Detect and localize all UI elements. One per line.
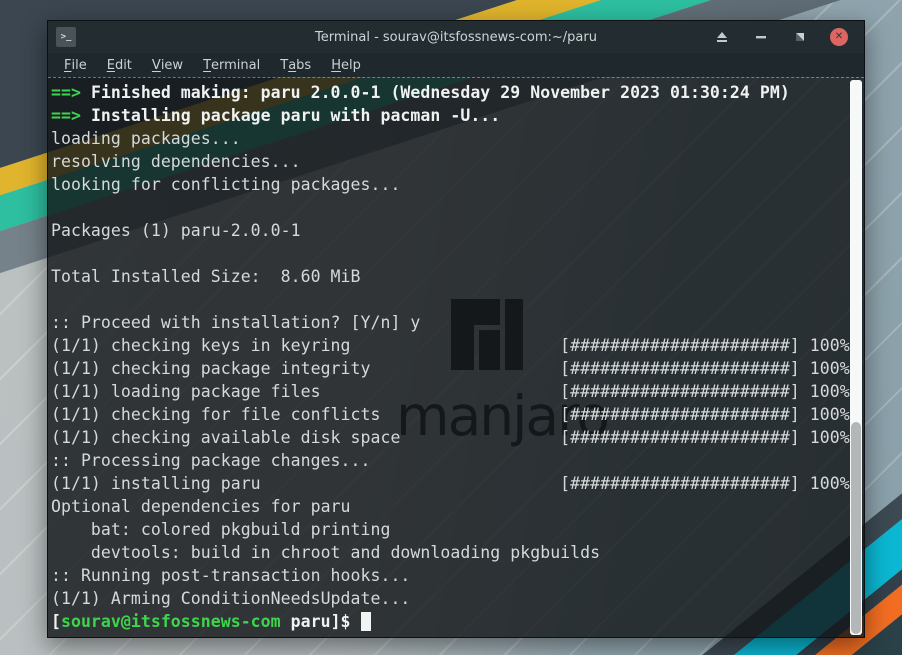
terminal-line: bat: colored pkgbuild printing — [51, 518, 864, 541]
menu-terminal[interactable]: Terminal — [193, 53, 270, 77]
scrollbar-thumb[interactable] — [851, 422, 861, 634]
terminal-line: Optional dependencies for paru — [51, 495, 864, 518]
menu-edit[interactable]: Edit — [97, 53, 142, 77]
close-icon: ✕ — [835, 32, 843, 42]
terminal-content[interactable]: ==> Finished making: paru 2.0.0-1 (Wedne… — [48, 77, 864, 637]
terminal-line: :: Running post-transaction hooks... — [51, 564, 864, 587]
terminal-line: (1/1) checking for file conflicts [#####… — [51, 403, 864, 426]
terminal-window: >_ Terminal - sourav@itsfossnews-com:~/p… — [47, 20, 865, 638]
terminal-line: :: Processing package changes... — [51, 449, 864, 472]
terminal-line: loading packages... — [51, 127, 864, 150]
menu-file[interactable]: File — [54, 53, 97, 77]
terminal-app-icon: >_ — [56, 27, 76, 47]
scrollbar[interactable] — [850, 80, 862, 635]
minimize-button[interactable] — [752, 28, 770, 46]
terminal-line: (1/1) checking available disk space [###… — [51, 426, 864, 449]
terminal-line: (1/1) loading package files [###########… — [51, 380, 864, 403]
terminal-cursor — [361, 612, 371, 631]
terminal-line: ==> Installing package paru with pacman … — [51, 104, 864, 127]
terminal-line — [51, 242, 864, 265]
terminal-line: (1/1) Arming ConditionNeedsUpdate... — [51, 587, 864, 610]
menu-tabs[interactable]: Tabs — [270, 53, 321, 77]
terminal-line: Packages (1) paru-2.0.0-1 — [51, 219, 864, 242]
menu-help[interactable]: Help — [321, 53, 371, 77]
terminal-output: ==> Finished making: paru 2.0.0-1 (Wedne… — [51, 81, 864, 633]
close-button[interactable]: ✕ — [830, 28, 848, 46]
terminal-line: devtools: build in chroot and downloadin… — [51, 541, 864, 564]
terminal-line: (1/1) installing paru [#################… — [51, 472, 864, 495]
terminal-line: (1/1) checking keys in keyring [########… — [51, 334, 864, 357]
screen: manjaro >_ Terminal - sourav@itsfossnews… — [0, 0, 902, 655]
shade-button[interactable] — [713, 28, 731, 46]
menubar: FileEditViewTerminalTabsHelp — [48, 53, 864, 77]
terminal-line: [sourav@itsfossnews-com paru]$ — [51, 610, 864, 633]
terminal-line: (1/1) checking package integrity [######… — [51, 357, 864, 380]
terminal-line: :: Proceed with installation? [Y/n] y — [51, 311, 864, 334]
terminal-line — [51, 196, 864, 219]
menu-view[interactable]: View — [142, 53, 193, 77]
window-controls: ✕ — [713, 21, 864, 53]
terminal-line: looking for conflicting packages... — [51, 173, 864, 196]
maximize-button[interactable] — [791, 28, 809, 46]
terminal-line: resolving dependencies... — [51, 150, 864, 173]
terminal-line — [51, 288, 864, 311]
titlebar[interactable]: >_ Terminal - sourav@itsfossnews-com:~/p… — [48, 21, 864, 53]
terminal-line: Total Installed Size: 8.60 MiB — [51, 265, 864, 288]
terminal-line: ==> Finished making: paru 2.0.0-1 (Wedne… — [51, 81, 864, 104]
